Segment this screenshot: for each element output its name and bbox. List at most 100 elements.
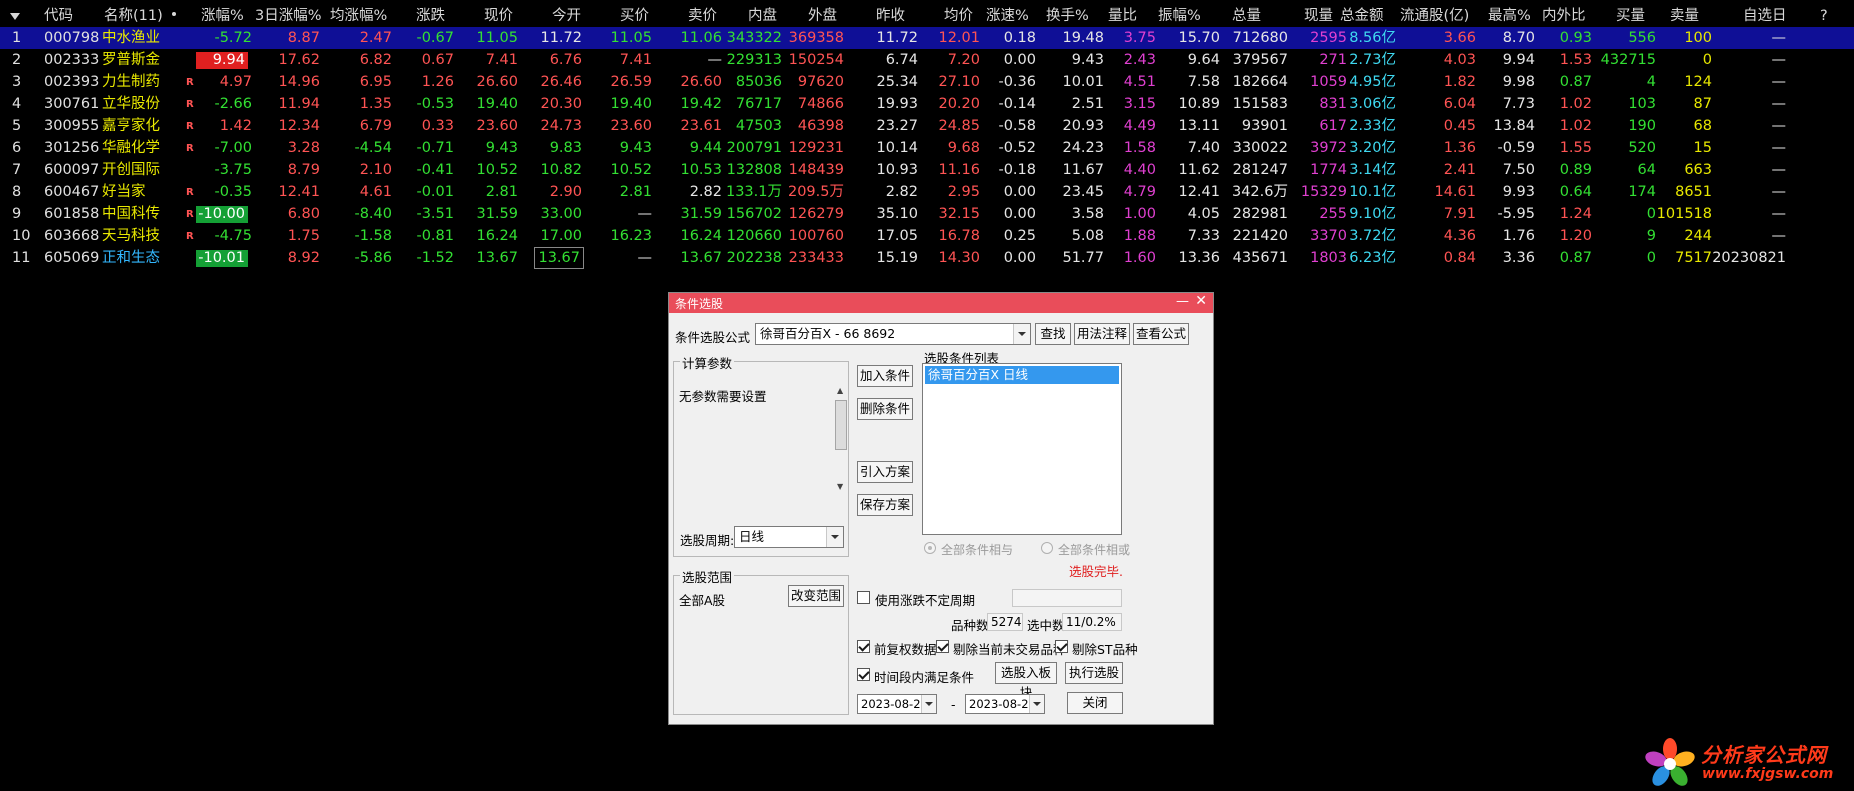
import-plan-button[interactable]: 引入方案 <box>857 461 913 483</box>
column-header[interactable]: 内外比 <box>1542 5 1586 27</box>
column-header[interactable]: 均价 <box>944 5 973 27</box>
column-header[interactable]: 均涨幅% <box>330 5 387 27</box>
column-header[interactable]: 卖量 <box>1670 5 1699 27</box>
column-header[interactable]: 卖价 <box>688 5 717 27</box>
table-row[interactable]: 5 300955 嘉亨家化 1.42 12.34 6.79 0.33 23.60 24.73 23… <box>0 115 1854 137</box>
column-header[interactable]: 现价 <box>484 5 513 27</box>
sort-menu-triangle-icon[interactable] <box>10 13 20 20</box>
date-from-picker[interactable]: 2023-08-24 <box>857 694 937 714</box>
column-header[interactable]: 量比 <box>1108 5 1137 27</box>
table-row[interactable]: 2 002333 罗普斯金 9.94 17.62 6.82 0.67 7.41 6.76 7.41… <box>0 49 1854 71</box>
table-row[interactable]: 4 300761 立华股份 -2.66 11.94 1.35 -0.53 19.40 20.30… <box>0 93 1854 115</box>
view-formula-button[interactable]: 查看公式 <box>1133 323 1189 345</box>
forward-adjust-checkbox[interactable] <box>857 640 870 653</box>
column-header[interactable]: 最高% <box>1488 5 1531 27</box>
close-button[interactable]: 关闭 <box>1067 692 1123 714</box>
exclude-untraded-checkbox[interactable] <box>936 640 949 653</box>
table-cell: -8.40 <box>354 206 392 222</box>
execute-pick-button[interactable]: 执行选股 <box>1065 662 1123 684</box>
table-cell: 2.73亿 <box>1349 52 1396 68</box>
table-row[interactable]: 1 000798 中水渔业 -5.72 8.87 2.47 -0.67 11.05 11.72 1… <box>0 27 1854 49</box>
table-cell: 100 <box>1684 30 1712 46</box>
table-row[interactable]: 6 301256 华融化学 -7.00 3.28 -4.54 -0.71 9.43 9.83 9.… <box>0 137 1854 159</box>
chevron-down-icon[interactable] <box>921 695 936 713</box>
chevron-down-icon[interactable] <box>826 527 843 547</box>
time-range-checkbox[interactable] <box>857 668 870 681</box>
table-cell: -10.01 <box>196 250 248 267</box>
to-block-button[interactable]: 选股入板块 <box>995 662 1057 700</box>
column-header[interactable]: 涨跌 <box>416 5 445 27</box>
table-cell: 25.34 <box>876 74 918 90</box>
table-cell: 0 <box>1646 250 1656 266</box>
condition-list[interactable]: 徐哥百分百X 日线 <box>922 363 1122 535</box>
table-cell: 202238 <box>726 250 782 266</box>
scroll-thumb[interactable] <box>835 400 847 450</box>
r-margin-badge: R <box>186 99 194 110</box>
chevron-down-icon[interactable] <box>1013 324 1030 344</box>
exclude-st-checkbox[interactable] <box>1055 640 1068 653</box>
find-button[interactable]: 查找 <box>1035 323 1071 345</box>
column-header[interactable]: ? <box>1820 5 1828 27</box>
table-cell: 17.05 <box>876 228 918 244</box>
radio-all-and[interactable] <box>924 542 936 554</box>
table-cell: 4.51 <box>1123 74 1156 90</box>
change-range-button[interactable]: 改变范围 <box>788 585 844 607</box>
table-row[interactable]: 7 600097 开创国际 -3.75 8.79 2.10 -0.41 10.52 10.82 1… <box>0 159 1854 181</box>
radio-all-or[interactable] <box>1041 542 1053 554</box>
column-header[interactable]: 买价 <box>620 5 649 27</box>
scroll-up-icon[interactable]: ▲ <box>837 386 843 395</box>
params-scrollbar[interactable]: ▲ ▼ <box>834 386 848 496</box>
table-row[interactable]: 8 600467 好当家 -0.35 12.41 4.61 -0.01 2.81 2.90 2.8… <box>0 181 1854 203</box>
table-row[interactable]: 3 002393 力生制药 4.97 14.96 6.95 1.26 26.60 26.46 26… <box>0 71 1854 93</box>
table-cell: 14.61 <box>1434 184 1476 200</box>
column-header[interactable]: 自选日 <box>1743 5 1787 27</box>
uncertain-period-field[interactable] <box>1012 589 1122 607</box>
list-item[interactable]: 徐哥百分百X 日线 <box>925 366 1119 384</box>
column-header[interactable]: 3日涨幅% <box>255 5 322 27</box>
close-icon[interactable]: ✕ <box>1195 293 1207 309</box>
table-cell: 0.00 <box>1003 250 1036 266</box>
table-cell: 11.05 <box>610 30 652 46</box>
column-header[interactable]: 买量 <box>1616 5 1645 27</box>
uncertain-period-checkbox[interactable] <box>857 591 870 604</box>
table-cell: 11.72 <box>540 30 582 46</box>
column-header[interactable]: 振幅% <box>1158 5 1201 27</box>
column-header[interactable]: 流通股(亿) <box>1400 5 1469 27</box>
chevron-down-icon[interactable] <box>1029 695 1044 713</box>
minimize-icon[interactable]: — <box>1176 294 1189 309</box>
table-row[interactable]: 11 605069 正和生态 -10.01 8.92 -5.86 -1.52 13.67 13.… <box>0 247 1854 269</box>
table-cell: 151583 <box>1232 96 1288 112</box>
save-plan-button[interactable]: 保存方案 <box>857 494 913 516</box>
table-cell: 712680 <box>1232 30 1288 46</box>
column-header[interactable]: 总量 <box>1232 5 1261 27</box>
column-header[interactable]: 昨收 <box>876 5 905 27</box>
formula-select[interactable]: 徐哥百分百X - 66 8692 <box>755 323 1031 345</box>
period-select[interactable]: 日线 <box>734 526 844 548</box>
table-cell: 2.81 <box>485 184 518 200</box>
column-header[interactable]: 总金额 <box>1340 5 1384 27</box>
table-row[interactable]: 10 603668 天马科技 -4.75 1.75 -1.58 -0.81 16.24 17.0… <box>0 225 1854 247</box>
table-cell: — <box>1771 140 1787 156</box>
column-header[interactable]: 外盘 <box>808 5 837 27</box>
add-condition-button[interactable]: 加入条件 <box>857 365 913 387</box>
table-cell: 556 <box>1628 30 1656 46</box>
column-header[interactable]: 现量 <box>1304 5 1333 27</box>
column-header[interactable]: 涨幅% <box>201 5 244 27</box>
table-cell: 19.42 <box>680 96 722 112</box>
scroll-down-icon[interactable]: ▼ <box>837 482 843 491</box>
column-header[interactable]: 换手% <box>1046 5 1089 27</box>
column-header[interactable]: 今开 <box>552 5 581 27</box>
table-cell: 1.24 <box>1559 206 1592 222</box>
dialog-title-bar[interactable]: 条件选股 — ✕ <box>669 293 1213 313</box>
table-row[interactable]: 9 601858 中国科传 -10.00 6.80 -8.40 -3.51 31.59 33.0… <box>0 203 1854 225</box>
column-header[interactable]: 涨速% <box>986 5 1029 27</box>
table-cell: 0.87 <box>1559 74 1592 90</box>
column-header[interactable]: 代码 <box>44 5 73 27</box>
usage-notes-button[interactable]: 用法注释 <box>1074 323 1130 345</box>
table-cell: 4 <box>1646 74 1656 90</box>
date-to-picker[interactable]: 2023-08-24 <box>965 694 1045 714</box>
delete-condition-button[interactable]: 删除条件 <box>857 398 913 420</box>
column-header[interactable]: 名称(11) <box>104 5 163 27</box>
column-header[interactable]: 内盘 <box>748 5 777 27</box>
table-cell: 435671 <box>1232 250 1288 266</box>
